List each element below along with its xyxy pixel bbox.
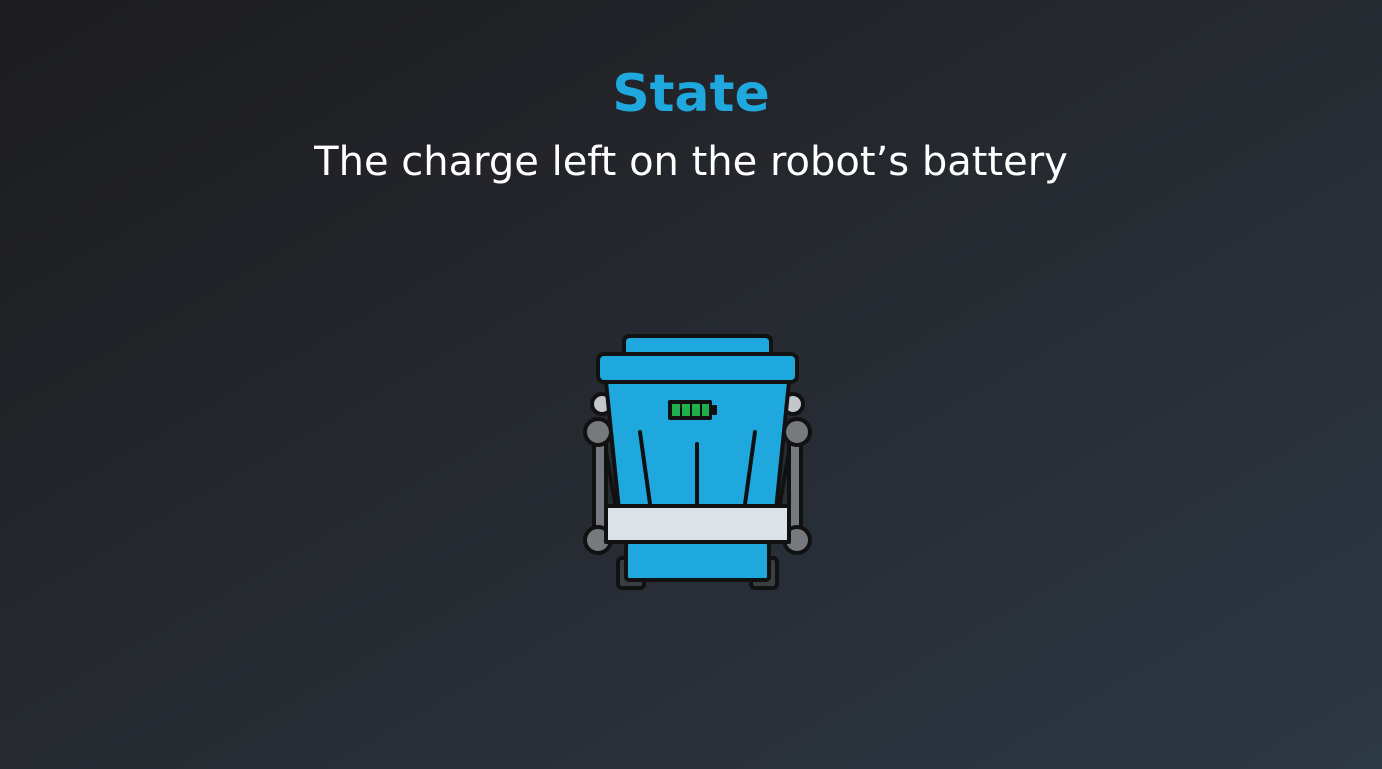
slide-subtitle: The charge left on the robot’s battery: [314, 139, 1068, 185]
slide-title: State: [612, 64, 770, 124]
robot-vacuum-icon: [583, 334, 812, 590]
slide: State The charge left on the robot’s bat…: [0, 0, 1382, 769]
battery-full-icon: [668, 400, 717, 420]
